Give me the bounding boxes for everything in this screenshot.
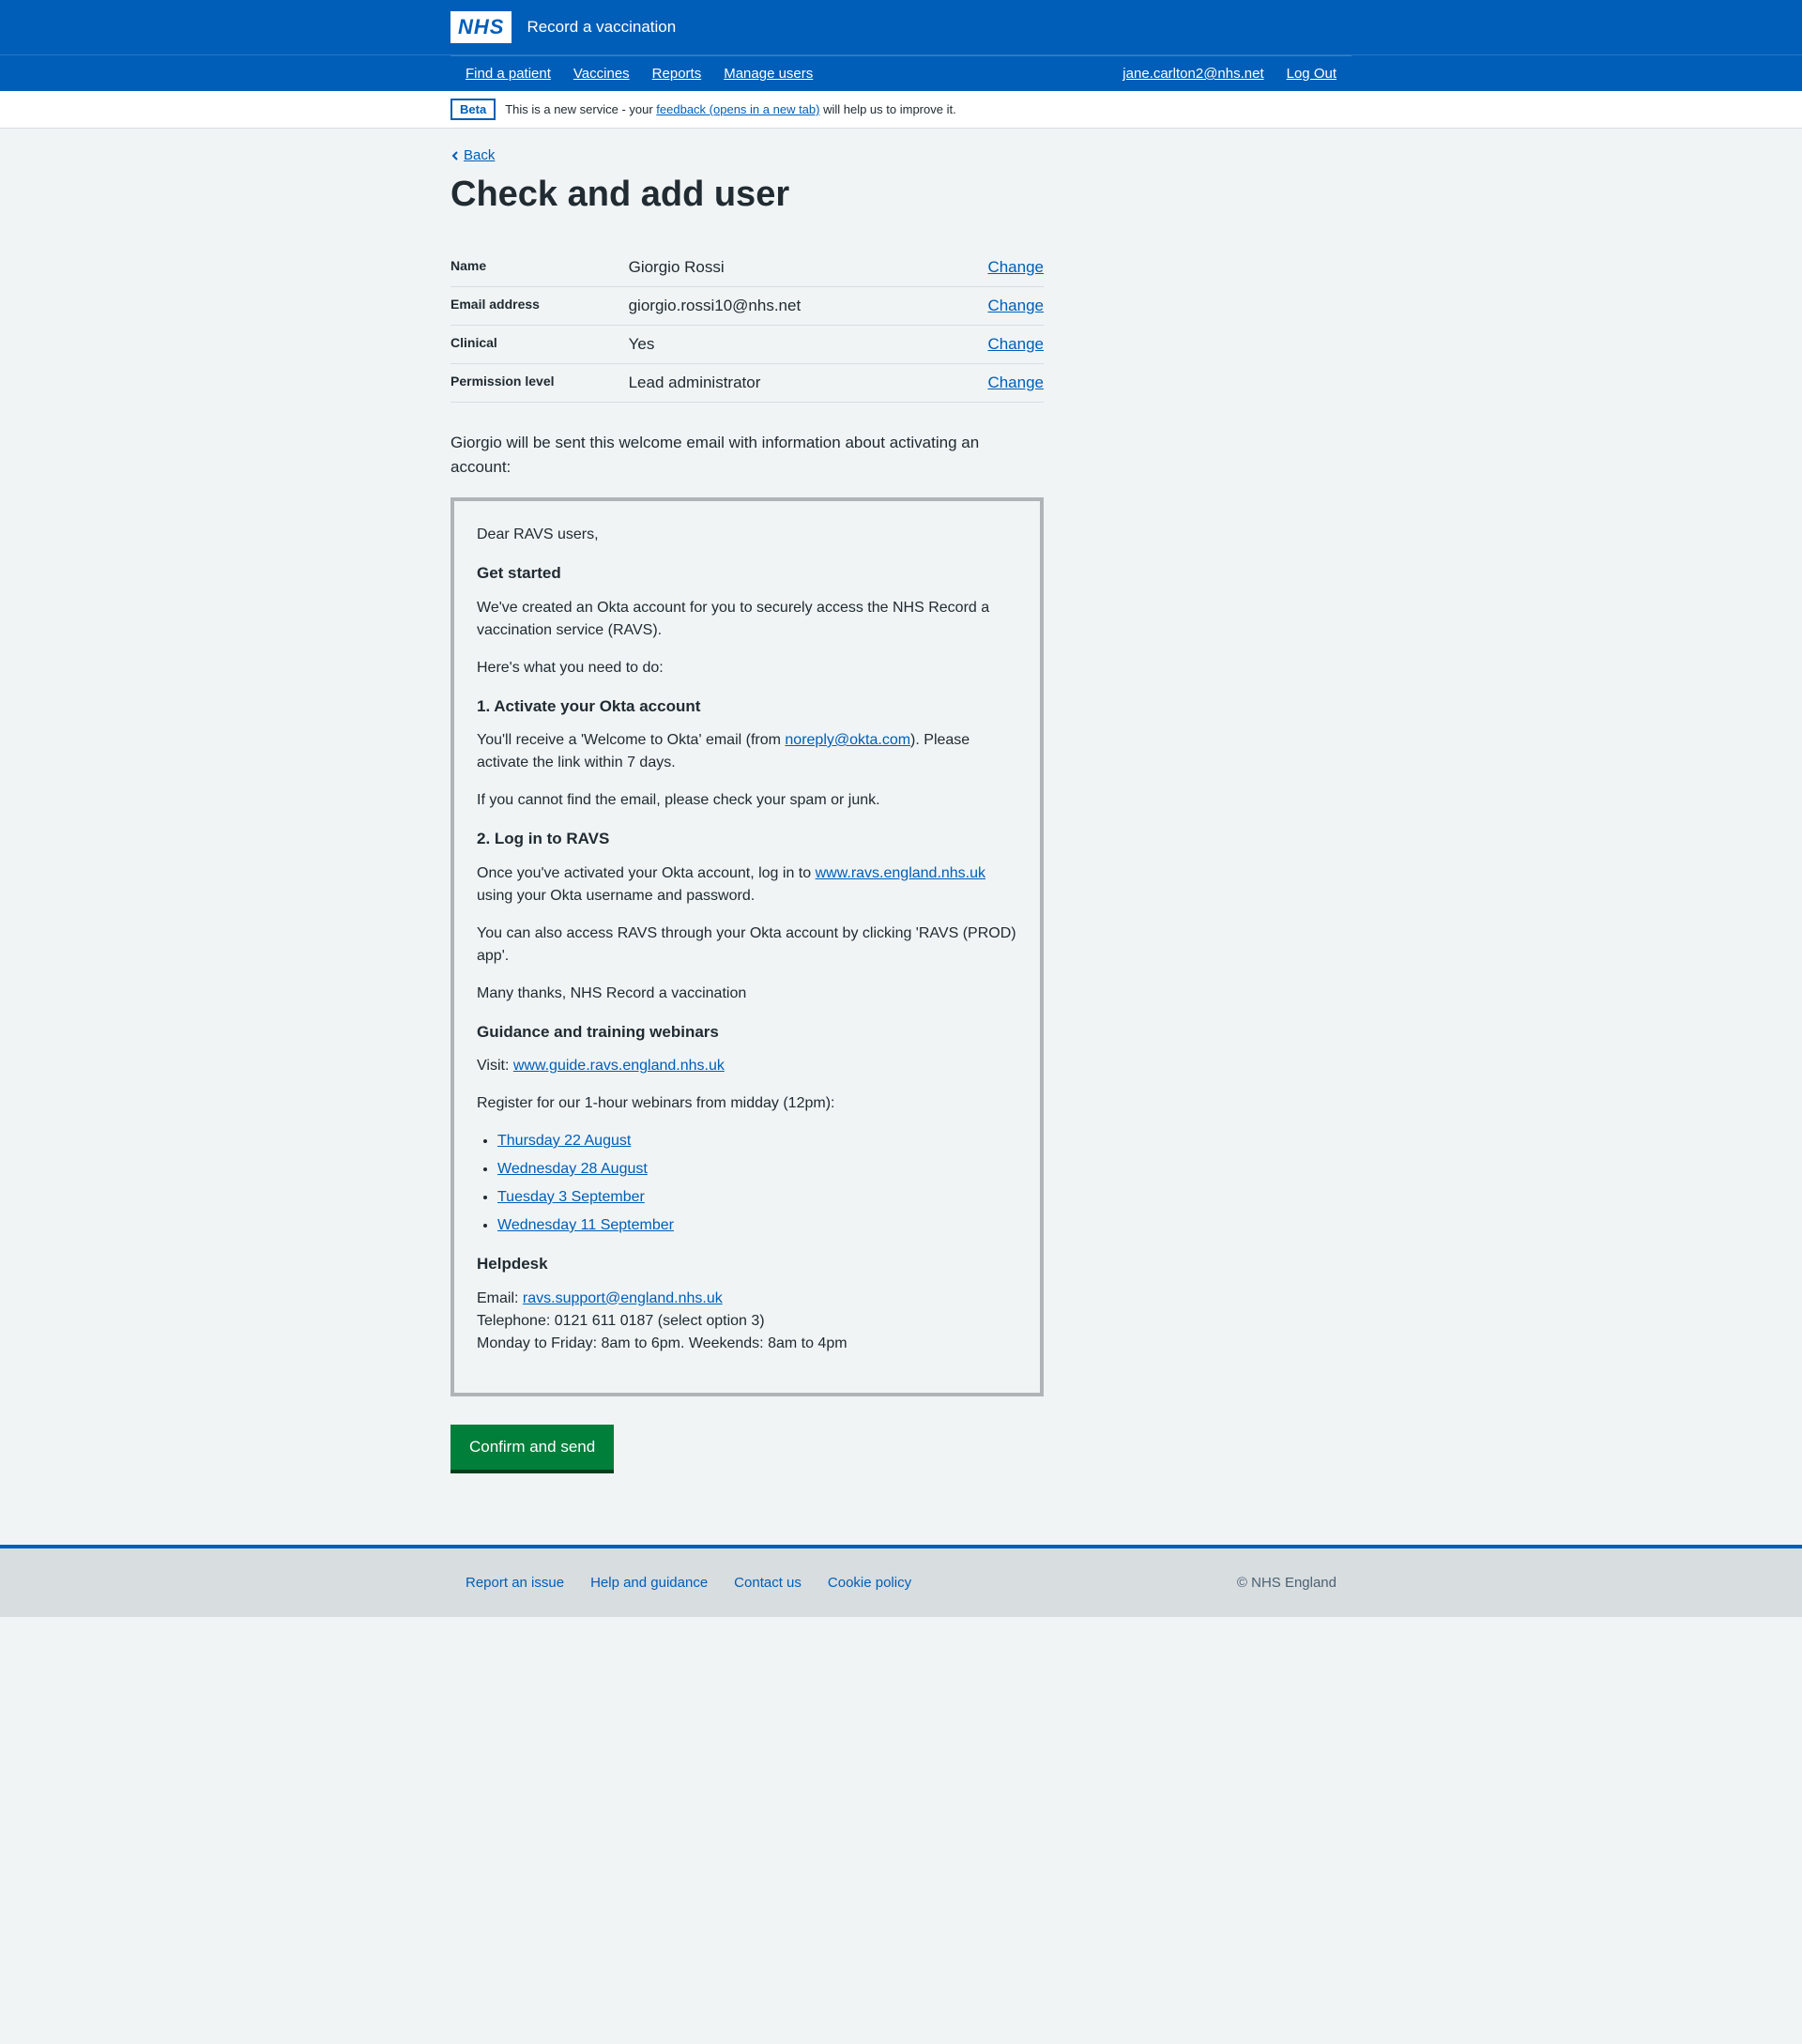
nav-user-email[interactable]: jane.carlton2@nhs.net <box>1122 66 1263 82</box>
intro-text: Giorgio will be sent this welcome email … <box>450 431 1044 479</box>
confirm-send-button[interactable]: Confirm and send <box>450 1425 614 1470</box>
summary-key: Name <box>450 249 629 287</box>
email-body: If you cannot find the email, please che… <box>477 789 1017 812</box>
guide-url-link[interactable]: www.guide.ravs.england.nhs.uk <box>513 1058 725 1074</box>
email-body: Email: ravs.support@england.nhs.uk <box>477 1288 1017 1310</box>
site-header: NHS Record a vaccination <box>0 0 1802 55</box>
support-email-link[interactable]: ravs.support@england.nhs.uk <box>523 1290 723 1306</box>
beta-tag: Beta <box>450 99 496 120</box>
beta-text: This is a new service - your feedback (o… <box>505 102 956 116</box>
email-heading-activate: 1. Activate your Okta account <box>477 694 1017 719</box>
footer-contact[interactable]: Contact us <box>734 1575 802 1591</box>
email-heading-get-started: Get started <box>477 561 1017 586</box>
email-body: Telephone: 0121 611 0187 (select option … <box>477 1310 1017 1333</box>
summary-value: Lead administrator <box>629 364 925 403</box>
change-clinical-link[interactable]: Change <box>987 335 1044 353</box>
webinar-link[interactable]: Thursday 22 August <box>497 1133 631 1149</box>
webinar-link[interactable]: Wednesday 28 August <box>497 1161 648 1177</box>
email-heading-helpdesk: Helpdesk <box>477 1252 1017 1276</box>
service-name: Record a vaccination <box>527 18 676 37</box>
summary-row-clinical: Clinical Yes Change <box>450 326 1044 364</box>
chevron-left-icon <box>450 151 460 160</box>
back-link[interactable]: Back <box>450 147 495 163</box>
email-greeting: Dear RAVS users, <box>477 524 1017 546</box>
webinar-list: Thursday 22 August Wednesday 28 August T… <box>477 1130 1017 1237</box>
change-permission-link[interactable]: Change <box>987 374 1044 391</box>
webinar-link[interactable]: Wednesday 11 September <box>497 1217 674 1233</box>
beta-banner: Beta This is a new service - your feedba… <box>0 91 1802 129</box>
nav-vaccines[interactable]: Vaccines <box>573 66 630 82</box>
footer-report-issue[interactable]: Report an issue <box>466 1575 564 1591</box>
email-body: We've created an Okta account for you to… <box>477 597 1017 642</box>
summary-value: giorgio.rossi10@nhs.net <box>629 287 925 326</box>
email-heading-guidance: Guidance and training webinars <box>477 1020 1017 1045</box>
email-body: Monday to Friday: 8am to 6pm. Weekends: … <box>477 1333 1017 1355</box>
footer-help[interactable]: Help and guidance <box>590 1575 708 1591</box>
summary-key: Email address <box>450 287 629 326</box>
email-body: Once you've activated your Okta account,… <box>477 862 1017 908</box>
noreply-link[interactable]: noreply@okta.com <box>785 732 910 748</box>
summary-value: Giorgio Rossi <box>629 249 925 287</box>
change-email-link[interactable]: Change <box>987 297 1044 314</box>
change-name-link[interactable]: Change <box>987 258 1044 276</box>
email-heading-login: 2. Log in to RAVS <box>477 827 1017 851</box>
summary-row-permission: Permission level Lead administrator Chan… <box>450 364 1044 403</box>
email-body: Register for our 1-hour webinars from mi… <box>477 1092 1017 1115</box>
nav-manage-users[interactable]: Manage users <box>724 66 813 82</box>
email-body: Many thanks, NHS Record a vaccination <box>477 983 1017 1005</box>
summary-row-email: Email address giorgio.rossi10@nhs.net Ch… <box>450 287 1044 326</box>
feedback-link[interactable]: feedback (opens in a new tab) <box>656 102 819 116</box>
footer: Report an issue Help and guidance Contac… <box>0 1548 1802 1617</box>
footer-copyright: © NHS England <box>1237 1575 1352 1591</box>
footer-cookie[interactable]: Cookie policy <box>828 1575 911 1591</box>
nhs-logo: NHS <box>450 11 512 43</box>
ravs-url-link[interactable]: www.ravs.england.nhs.uk <box>816 865 985 881</box>
nav-find-patient[interactable]: Find a patient <box>466 66 551 82</box>
summary-key: Clinical <box>450 326 629 364</box>
email-body: You'll receive a 'Welcome to Okta' email… <box>477 729 1017 774</box>
email-preview: Dear RAVS users, Get started We've creat… <box>450 497 1044 1396</box>
nav-logout[interactable]: Log Out <box>1287 66 1336 82</box>
webinar-link[interactable]: Tuesday 3 September <box>497 1189 645 1205</box>
page-title: Check and add user <box>450 175 1352 215</box>
email-body: Visit: www.guide.ravs.england.nhs.uk <box>477 1055 1017 1077</box>
primary-nav: Find a patient Vaccines Reports Manage u… <box>0 55 1802 91</box>
summary-row-name: Name Giorgio Rossi Change <box>450 249 1044 287</box>
summary-list: Name Giorgio Rossi Change Email address … <box>450 249 1044 403</box>
email-body: You can also access RAVS through your Ok… <box>477 923 1017 968</box>
summary-key: Permission level <box>450 364 629 403</box>
summary-value: Yes <box>629 326 925 364</box>
nav-reports[interactable]: Reports <box>652 66 702 82</box>
email-body: Here's what you need to do: <box>477 657 1017 679</box>
